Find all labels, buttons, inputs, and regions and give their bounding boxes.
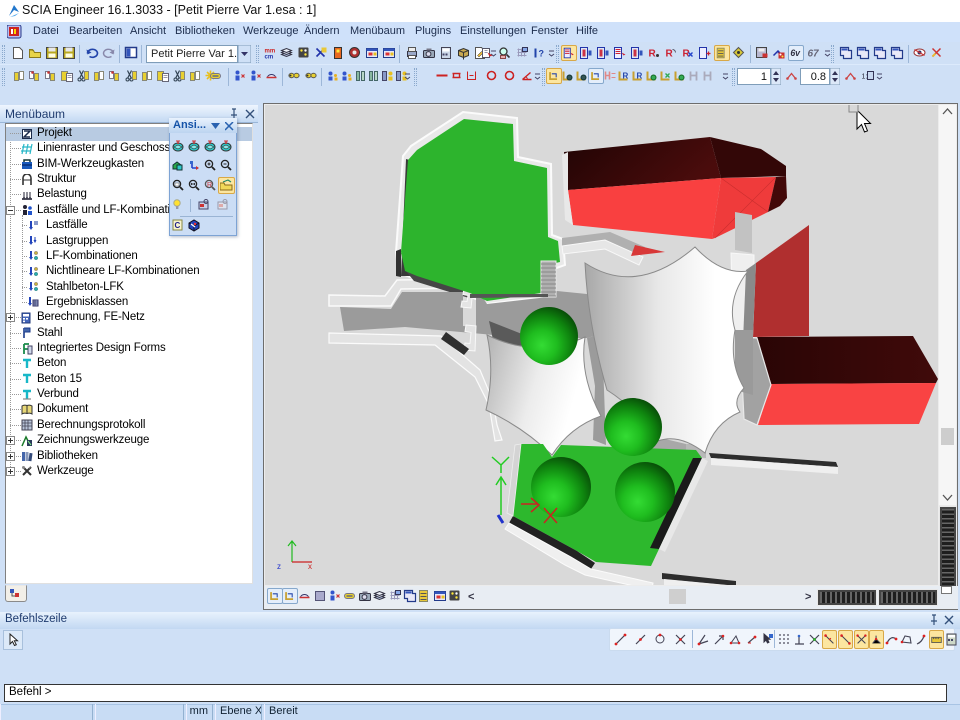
svg-text:<: < <box>468 591 474 603</box>
svg-text:R: R <box>649 49 657 60</box>
svg-text:R: R <box>637 72 643 81</box>
svg-text:z: z <box>277 562 281 571</box>
svg-text:R: R <box>207 182 212 189</box>
svg-text:1:: 1: <box>862 74 868 81</box>
svg-text:C: C <box>175 221 181 230</box>
svg-text:R: R <box>666 49 674 60</box>
svg-text:67: 67 <box>808 49 820 60</box>
svg-text:>: > <box>805 591 811 603</box>
svg-text:?: ? <box>539 49 545 59</box>
svg-text:x: x <box>308 562 312 571</box>
svg-text:R: R <box>623 72 629 81</box>
svg-text:cm: cm <box>265 55 274 61</box>
svg-text:6v: 6v <box>790 48 801 58</box>
